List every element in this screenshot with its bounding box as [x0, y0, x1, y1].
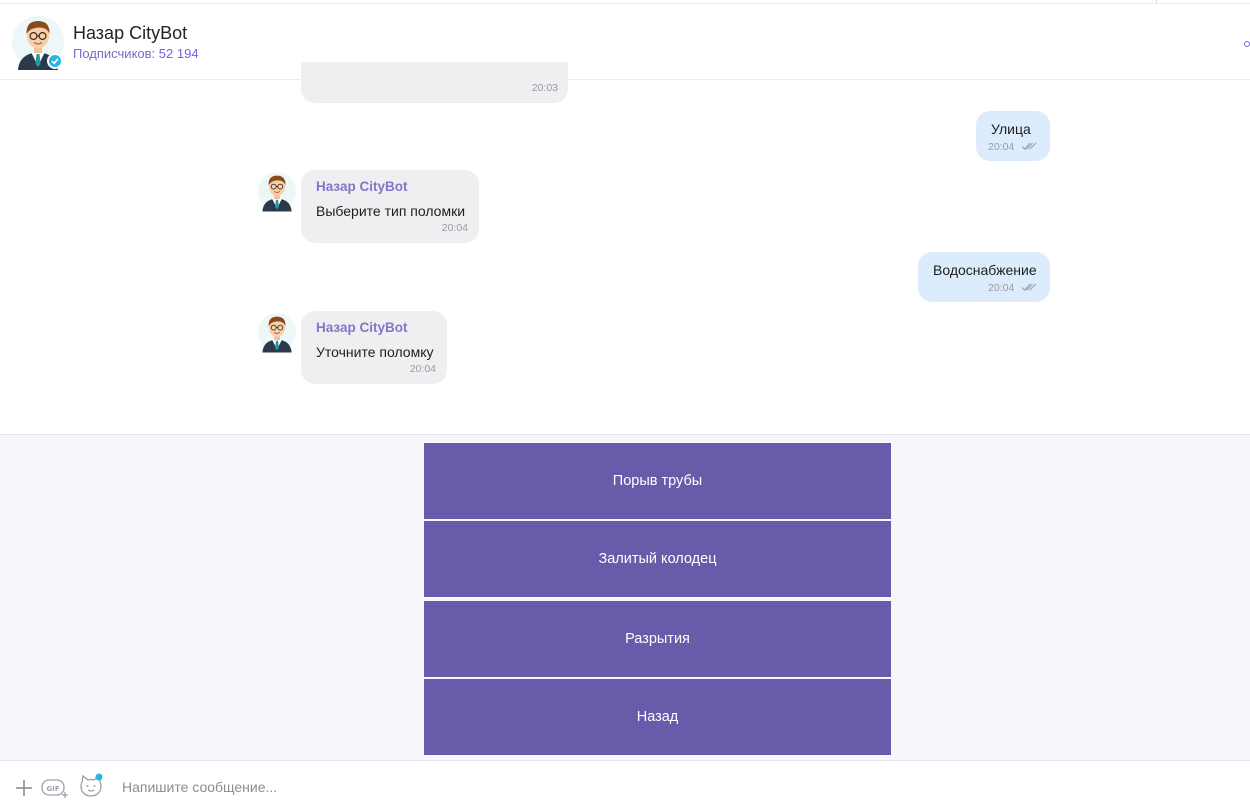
- message-bubble-outgoing[interactable]: Улица 20:04: [976, 111, 1050, 161]
- double-check-icon: [1021, 142, 1037, 151]
- message-bubble-outgoing[interactable]: Водоснабжение 20:04: [918, 252, 1050, 302]
- message-sender[interactable]: Назар CityBot: [316, 320, 407, 335]
- keyboard-button-pipe-burst[interactable]: Порыв трубы: [424, 443, 891, 519]
- chat-header: Назар CityBot Подписчиков: 52 194: [0, 4, 1250, 80]
- plus-icon[interactable]: [15, 779, 33, 797]
- keyboard-button-flooded-well[interactable]: Залитый колодец: [424, 521, 891, 597]
- verified-badge: [47, 53, 63, 69]
- message-text: Улица: [991, 121, 1031, 137]
- chat-window: Назар CityBot Подписчиков: 52 194 20:03 …: [0, 0, 1250, 809]
- gif-icon[interactable]: GIF: [41, 778, 69, 798]
- businessman-avatar-icon: [258, 313, 296, 353]
- message-text: Выберите тип поломки: [316, 203, 466, 219]
- message-bubble-incoming[interactable]: Назар CityBot Выберите тип поломки 20:04: [301, 170, 479, 243]
- message-time: 20:04: [988, 141, 1015, 153]
- keyboard-button-excavations[interactable]: Разрытия: [424, 601, 891, 677]
- message-bubble-incoming[interactable]: 20:03: [301, 62, 568, 103]
- message-time: 20:03: [531, 82, 558, 94]
- gif-label: GIF: [47, 785, 60, 793]
- sender-avatar[interactable]: [258, 311, 296, 353]
- message-time: 20:04: [409, 363, 436, 375]
- message-text: Уточните поломку: [316, 344, 434, 360]
- keyboard-button-back[interactable]: Назад: [424, 679, 891, 755]
- sticker-cat-icon[interactable]: [78, 773, 104, 799]
- verified-check-icon: [51, 58, 59, 65]
- double-check-icon: [1021, 283, 1037, 292]
- bot-keyboard: Порыв трубы Залитый колодец Разрытия Наз…: [0, 434, 1250, 761]
- strip-divider: [1156, 0, 1157, 3]
- subscribers-info: Подписчиков: 52 194: [73, 46, 199, 62]
- new-sticker-dot: [95, 773, 103, 781]
- message-time: 20:04: [988, 282, 1015, 294]
- message-sender[interactable]: Назар CityBot: [316, 179, 407, 194]
- chat-title[interactable]: Назар CityBot: [73, 22, 187, 44]
- message-text: Водоснабжение: [933, 262, 1037, 278]
- sender-avatar[interactable]: [258, 170, 296, 212]
- subscribers-count: 52 194: [158, 46, 199, 61]
- businessman-avatar-icon: [258, 172, 296, 212]
- message-input[interactable]: [110, 772, 1210, 802]
- message-time: 20:04: [441, 222, 468, 234]
- message-bubble-incoming[interactable]: Назар CityBot Уточните поломку 20:04: [301, 311, 447, 384]
- settings-icon[interactable]: [1244, 41, 1250, 47]
- subscribers-label: Подписчиков:: [73, 46, 156, 61]
